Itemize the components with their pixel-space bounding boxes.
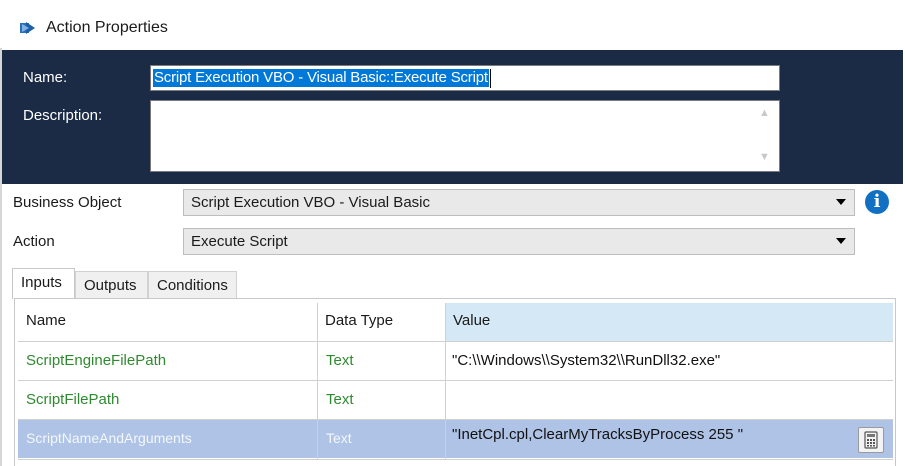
tab-conditions[interactable]: Conditions [148, 271, 237, 299]
name-label: Name: [23, 69, 68, 86]
title-bar: Action Properties [0, 0, 905, 48]
description-scrollbar[interactable]: ▲ ▼ [753, 101, 779, 171]
chevron-down-icon [836, 199, 846, 205]
text-caret [490, 69, 491, 88]
column-header-data-type[interactable]: Data Type [317, 303, 445, 341]
column-divider [317, 303, 318, 459]
window-title: Action Properties [46, 19, 168, 36]
column-header-name-label: Name [26, 312, 67, 329]
column-header-value-label: Value [453, 312, 491, 329]
param-value[interactable]: "C:\\Windows\\System32\\RunDll32.exe" [452, 352, 720, 369]
business-object-value: Script Execution VBO - Visual Basic [191, 194, 430, 211]
scroll-down-icon[interactable]: ▼ [759, 151, 770, 163]
scroll-up-icon[interactable]: ▲ [759, 107, 770, 119]
blueprism-app-icon [20, 22, 35, 34]
column-header-value[interactable]: Value [445, 303, 893, 341]
param-name: ScriptFilePath [26, 391, 120, 408]
name-input[interactable]: Script Execution VBO - Visual Basic::Exe… [150, 65, 780, 91]
description-label: Description: [23, 107, 103, 124]
calculator-icon [864, 431, 878, 449]
tab-inputs-label: Inputs [21, 274, 62, 291]
column-header-data-type-label: Data Type [325, 312, 394, 329]
param-value[interactable]: "InetCpl.cpl,ClearMyTracksByProcess 255 … [452, 426, 743, 443]
info-icon[interactable]: i [865, 190, 889, 214]
action-label: Action [13, 233, 55, 250]
param-type: Text [326, 352, 354, 369]
param-type: Text [326, 430, 352, 446]
tab-conditions-label: Conditions [157, 277, 228, 294]
row-divider [18, 380, 893, 381]
column-divider [445, 303, 446, 459]
action-dropdown[interactable]: Execute Script [183, 228, 855, 255]
param-name: ScriptNameAndArguments [26, 430, 192, 446]
business-object-label: Business Object [13, 194, 122, 211]
description-input[interactable]: ▲ ▼ [150, 100, 780, 172]
tab-outputs-label: Outputs [84, 277, 137, 294]
business-object-dropdown[interactable]: Script Execution VBO - Visual Basic [183, 189, 855, 216]
param-name: ScriptEngineFilePath [26, 352, 167, 369]
tab-outputs[interactable]: Outputs [75, 271, 148, 299]
column-header-name[interactable]: Name [18, 303, 317, 341]
row-divider [18, 341, 893, 342]
row-divider [18, 459, 893, 460]
chevron-down-icon [836, 238, 846, 244]
param-type: Text [326, 391, 354, 408]
action-value: Execute Script [191, 233, 288, 250]
tab-inputs[interactable]: Inputs [12, 268, 75, 299]
expression-editor-button[interactable] [858, 427, 884, 453]
name-input-text: Script Execution VBO - Visual Basic::Exe… [153, 69, 489, 87]
